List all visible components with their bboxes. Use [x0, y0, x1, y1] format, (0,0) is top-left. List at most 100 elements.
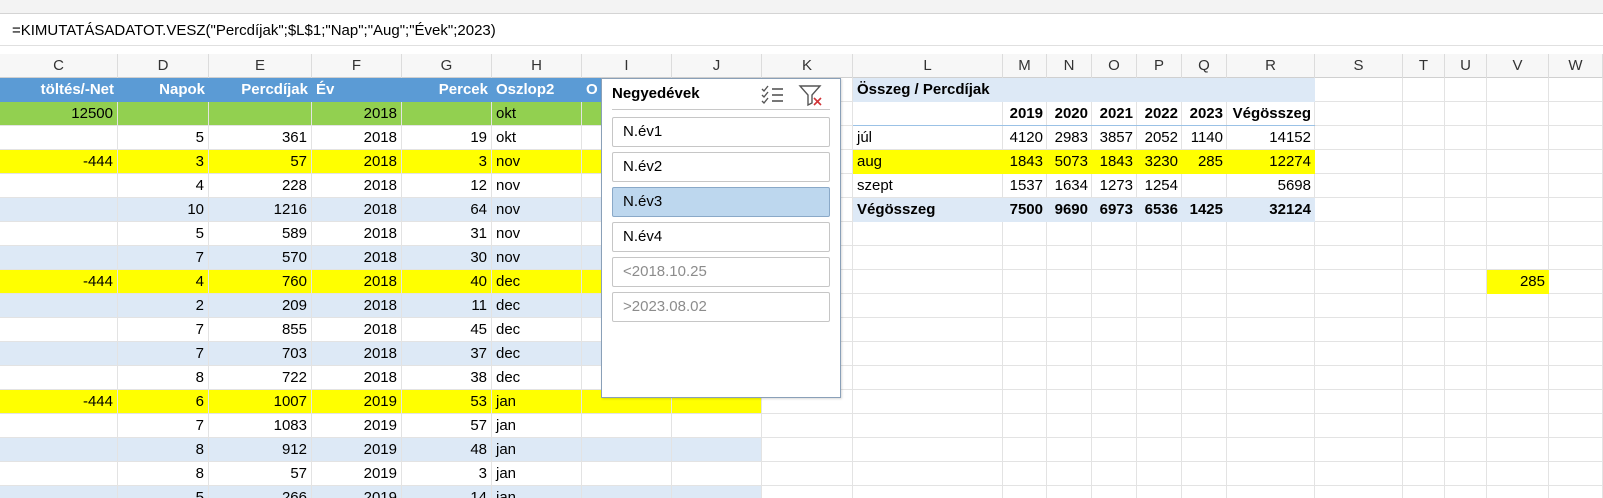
cell-h[interactable]: dec [492, 366, 582, 390]
empty-cell[interactable] [1003, 366, 1047, 390]
empty-cell[interactable] [1137, 342, 1182, 366]
cell-d[interactable]: 4 [118, 174, 209, 198]
cell-f[interactable]: 2018 [312, 126, 402, 150]
empty-cell[interactable] [1445, 462, 1487, 486]
slicer-item[interactable]: N.év1 [612, 117, 830, 147]
empty-cell[interactable] [1487, 438, 1549, 462]
pivot-year-header[interactable]: 2019 [1003, 102, 1047, 126]
pivot-value[interactable]: 5073 [1047, 150, 1092, 174]
empty-cell[interactable] [1137, 246, 1182, 270]
pivot-grand-total-value[interactable]: 9690 [1047, 198, 1092, 222]
column-header-c[interactable]: C [0, 54, 118, 78]
empty-cell[interactable] [1549, 198, 1603, 222]
empty-cell[interactable] [1047, 486, 1092, 498]
empty-cell[interactable] [853, 342, 1003, 366]
cell-d[interactable]: 8 [118, 438, 209, 462]
empty-cell[interactable] [1137, 462, 1182, 486]
column-header-f[interactable]: F [312, 54, 402, 78]
multi-select-icon[interactable] [760, 83, 786, 107]
cell-h[interactable]: nov [492, 174, 582, 198]
column-header-s[interactable]: S [1315, 54, 1403, 78]
cell-h[interactable]: okt [492, 126, 582, 150]
cell-c[interactable]: -444 [0, 390, 118, 414]
pivot-year-header[interactable]: 2023 [1182, 102, 1227, 126]
cell-d[interactable]: 7 [118, 342, 209, 366]
cell-f[interactable]: 2018 [312, 222, 402, 246]
cell-e[interactable]: 228 [209, 174, 312, 198]
cell-d[interactable]: 5 [118, 486, 209, 498]
empty-cell[interactable] [1549, 174, 1603, 198]
table-header-e[interactable]: Percdíjak [209, 78, 312, 102]
cell-h[interactable]: dec [492, 270, 582, 294]
pivot-row-label[interactable]: szept [853, 174, 1003, 198]
cell-e[interactable]: 589 [209, 222, 312, 246]
cell-f[interactable]: 2018 [312, 342, 402, 366]
cell-d[interactable]: 5 [118, 222, 209, 246]
empty-cell[interactable] [1003, 342, 1047, 366]
empty-cell[interactable] [1092, 390, 1137, 414]
empty-cell[interactable] [1445, 366, 1487, 390]
slicer-item[interactable]: N.év3 [612, 187, 830, 217]
empty-cell[interactable] [1003, 270, 1047, 294]
empty-cell[interactable] [1092, 486, 1137, 498]
empty-cell[interactable] [1403, 486, 1445, 498]
pivot-year-header[interactable]: 2022 [1137, 102, 1182, 126]
cell-c[interactable] [0, 462, 118, 486]
empty-cell[interactable] [1445, 222, 1487, 246]
empty-cell[interactable] [1487, 126, 1549, 150]
empty-cell[interactable] [1047, 342, 1092, 366]
empty-cell[interactable] [1445, 318, 1487, 342]
empty-cell[interactable] [762, 462, 853, 486]
empty-cell[interactable] [1487, 222, 1549, 246]
empty-cell[interactable] [1403, 366, 1445, 390]
empty-cell[interactable] [1549, 486, 1603, 498]
cell-f[interactable]: 2018 [312, 150, 402, 174]
cell-h[interactable]: nov [492, 150, 582, 174]
cell-h[interactable]: jan [492, 414, 582, 438]
empty-cell[interactable] [1403, 198, 1445, 222]
pivot-title[interactable]: Összeg / Percdíjak [853, 78, 1315, 102]
empty-cell[interactable] [1487, 414, 1549, 438]
cell-e[interactable] [209, 102, 312, 126]
cell-j[interactable] [672, 462, 762, 486]
pivot-value[interactable]: 1843 [1092, 150, 1137, 174]
empty-cell[interactable] [1487, 102, 1549, 126]
empty-cell[interactable] [1047, 390, 1092, 414]
empty-cell[interactable] [1182, 486, 1227, 498]
cell-c[interactable] [0, 318, 118, 342]
empty-cell[interactable] [1047, 294, 1092, 318]
empty-cell[interactable] [1182, 390, 1227, 414]
column-header-w[interactable]: W [1549, 54, 1603, 78]
empty-cell[interactable] [1315, 414, 1403, 438]
empty-cell[interactable] [1182, 246, 1227, 270]
cell-e[interactable]: 722 [209, 366, 312, 390]
pivot-value[interactable]: 1273 [1092, 174, 1137, 198]
pivot-year-header[interactable]: 2021 [1092, 102, 1137, 126]
empty-cell[interactable] [1092, 294, 1137, 318]
pivot-total-header[interactable]: Végösszeg [1227, 102, 1315, 126]
cell-h[interactable]: jan [492, 486, 582, 498]
empty-cell[interactable] [1315, 150, 1403, 174]
empty-cell[interactable] [1403, 78, 1445, 102]
empty-cell[interactable] [1003, 294, 1047, 318]
empty-cell[interactable] [1403, 438, 1445, 462]
cell-g[interactable]: 31 [402, 222, 492, 246]
cell-d[interactable]: 7 [118, 318, 209, 342]
cell-f[interactable]: 2018 [312, 270, 402, 294]
cell-i[interactable] [582, 438, 672, 462]
empty-cell[interactable] [1003, 486, 1047, 498]
empty-cell[interactable] [853, 438, 1003, 462]
cell-d[interactable]: 7 [118, 414, 209, 438]
empty-cell[interactable] [1403, 270, 1445, 294]
cell-c[interactable] [0, 366, 118, 390]
pivot-value[interactable]: 3230 [1137, 150, 1182, 174]
empty-cell[interactable] [1549, 270, 1603, 294]
cell-e[interactable]: 209 [209, 294, 312, 318]
column-header-k[interactable]: K [762, 54, 853, 78]
empty-cell[interactable] [1227, 270, 1315, 294]
cell-d[interactable]: 6 [118, 390, 209, 414]
cell-e[interactable]: 1007 [209, 390, 312, 414]
empty-cell[interactable] [1445, 414, 1487, 438]
cell-e[interactable]: 1216 [209, 198, 312, 222]
empty-cell[interactable] [1403, 126, 1445, 150]
